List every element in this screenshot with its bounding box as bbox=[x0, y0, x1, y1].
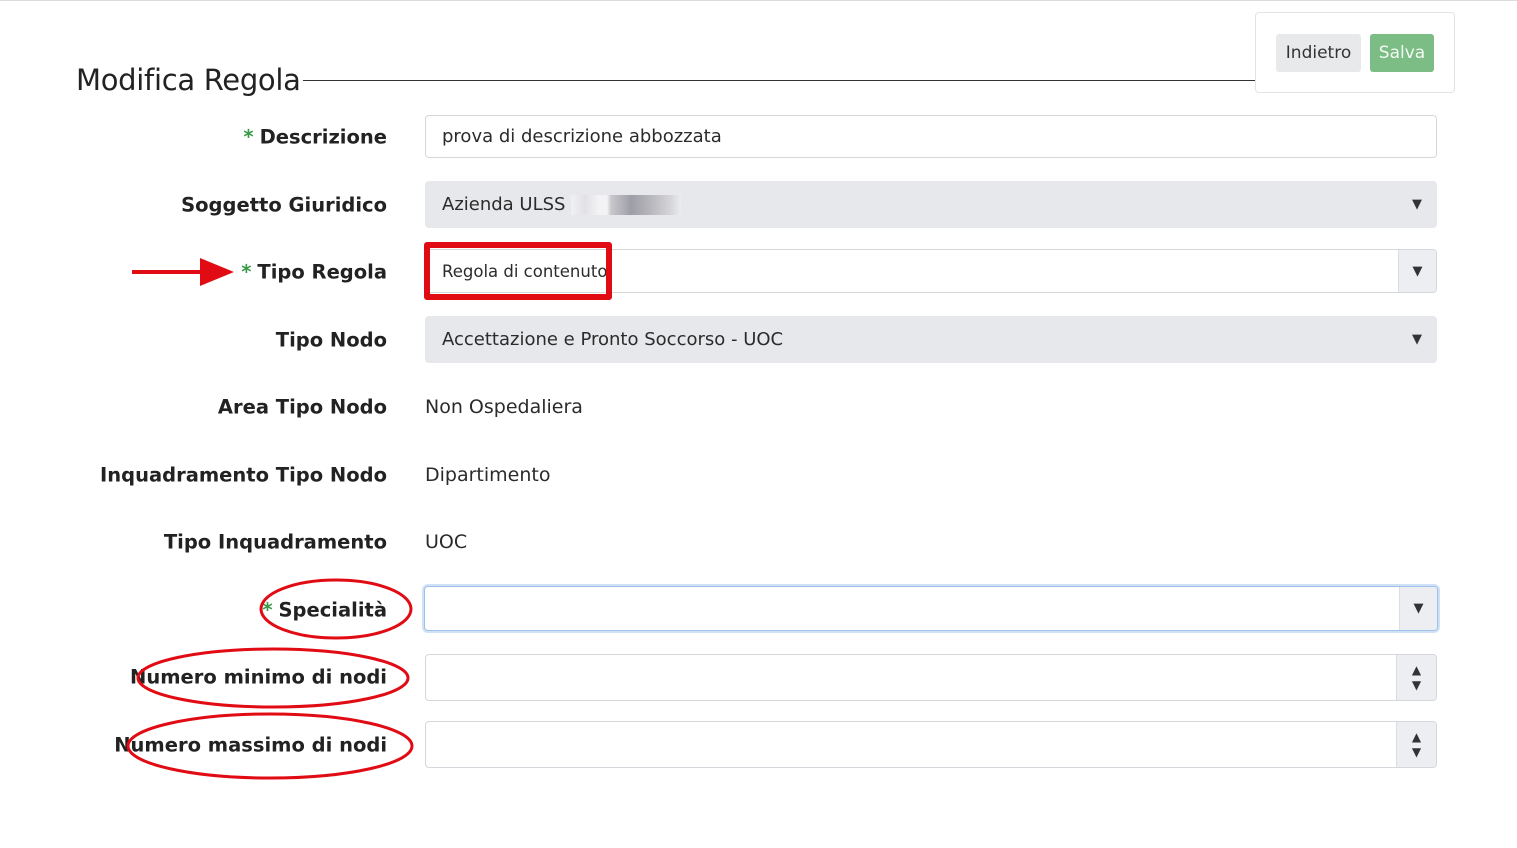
caret-up-icon[interactable]: ▲ bbox=[1412, 730, 1421, 745]
tipo-regola-label: * Tipo Regola bbox=[241, 260, 387, 284]
numero-minimo-nodi-label: Numero minimo di nodi bbox=[130, 665, 387, 689]
number-spinner[interactable]: ▲ ▼ bbox=[1396, 655, 1436, 700]
caret-down-icon[interactable]: ▼ bbox=[1412, 678, 1421, 693]
caret-up-icon[interactable]: ▲ bbox=[1412, 663, 1421, 678]
required-mark: * bbox=[243, 125, 254, 149]
page-title: Modifica Regola bbox=[76, 63, 301, 97]
edit-rule-page: Modifica Regola Indietro Salva * Descrizi… bbox=[0, 0, 1517, 848]
tipo-regola-value: Regola di contenuto bbox=[442, 261, 608, 281]
tipo-nodo-label: Tipo Nodo bbox=[275, 328, 387, 352]
descrizione-value: prova di descrizione abbozzata bbox=[442, 126, 722, 147]
numero-minimo-nodi-input[interactable]: ▲ ▼ bbox=[425, 654, 1437, 701]
descrizione-label: * Descrizione bbox=[243, 125, 387, 149]
required-mark: * bbox=[241, 260, 252, 284]
required-mark: * bbox=[262, 598, 273, 622]
area-tipo-nodo-value: Non Ospedaliera bbox=[425, 396, 583, 418]
caret-down-icon: ▼ bbox=[1398, 250, 1436, 292]
area-tipo-nodo-label: Area Tipo Nodo bbox=[217, 395, 387, 419]
save-button[interactable]: Salva bbox=[1370, 34, 1434, 72]
numero-massimo-nodi-label: Numero massimo di nodi bbox=[114, 733, 387, 757]
inquadramento-tipo-nodo-value: Dipartimento bbox=[425, 464, 551, 486]
tipo-nodo-value: Accettazione e Pronto Soccorso - UOC bbox=[442, 329, 784, 350]
soggetto-giuridico-label: Soggetto Giuridico bbox=[181, 193, 387, 217]
tipo-regola-select[interactable]: Regola di contenuto ▼ bbox=[425, 249, 1437, 293]
annotation-arrow-icon bbox=[132, 258, 234, 286]
specialita-label: * Specialità bbox=[262, 598, 387, 622]
soggetto-giuridico-value: Azienda ULSS bbox=[442, 194, 566, 215]
caret-down-icon: ▼ bbox=[1412, 332, 1422, 347]
redacted-text bbox=[571, 194, 682, 215]
tipo-nodo-select[interactable]: Accettazione e Pronto Soccorso - UOC ▼ bbox=[425, 316, 1437, 363]
numero-massimo-nodi-input[interactable]: ▲ ▼ bbox=[425, 721, 1437, 768]
caret-down-icon: ▼ bbox=[1399, 587, 1437, 630]
caret-down-icon: ▼ bbox=[1412, 197, 1422, 212]
title-divider bbox=[303, 80, 1255, 81]
specialita-select[interactable]: ▼ bbox=[424, 586, 1438, 631]
action-toolbar: Indietro Salva bbox=[1255, 12, 1455, 93]
tipo-inquadramento-value: UOC bbox=[425, 531, 468, 553]
back-button[interactable]: Indietro bbox=[1276, 34, 1361, 72]
caret-down-icon[interactable]: ▼ bbox=[1412, 745, 1421, 760]
descrizione-input[interactable]: prova di descrizione abbozzata bbox=[425, 115, 1437, 158]
number-spinner[interactable]: ▲ ▼ bbox=[1396, 722, 1436, 767]
soggetto-giuridico-select[interactable]: Azienda ULSS ▼ bbox=[425, 181, 1437, 228]
inquadramento-tipo-nodo-label: Inquadramento Tipo Nodo bbox=[99, 463, 387, 487]
tipo-inquadramento-label: Tipo Inquadramento bbox=[163, 530, 387, 554]
